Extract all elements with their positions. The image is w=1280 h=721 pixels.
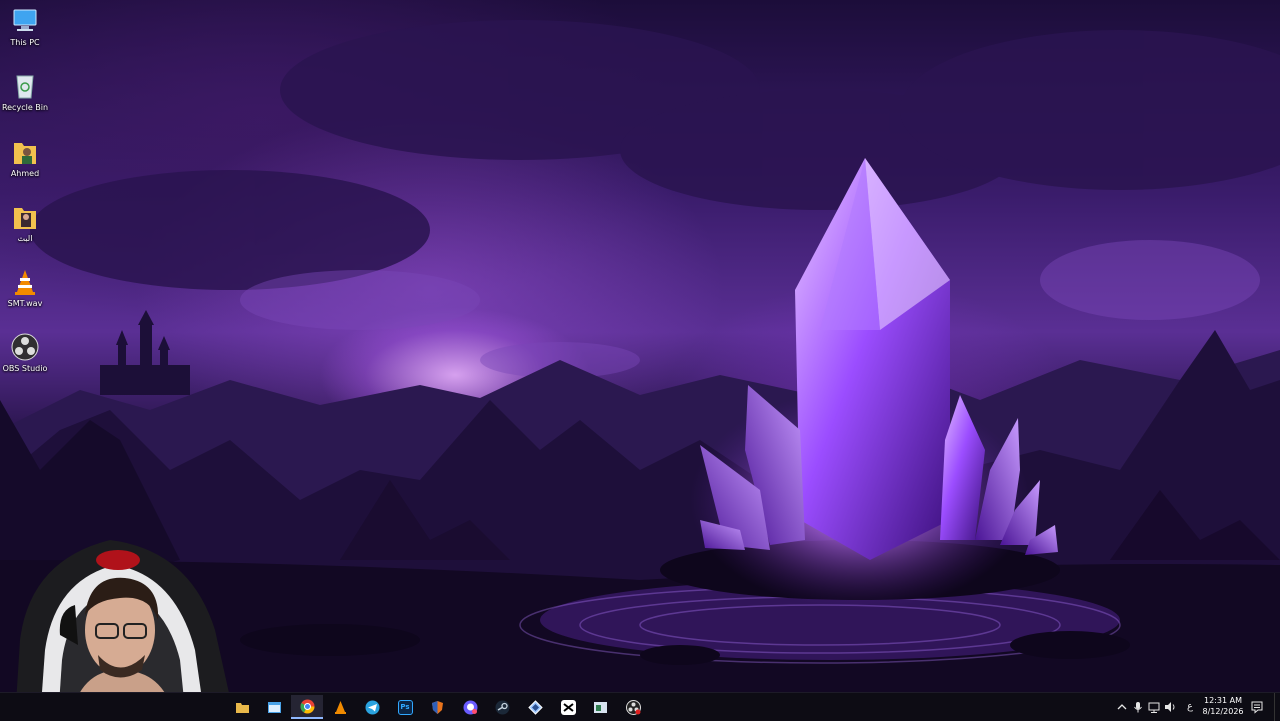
show-desktop-button[interactable] — [1274, 693, 1280, 721]
crystal-cluster — [700, 158, 1058, 560]
vlc-cone-icon — [10, 267, 40, 297]
desktop-icon-label: Ahmed — [10, 169, 40, 178]
input-language-indicator[interactable]: ع — [1183, 700, 1197, 714]
desktop-icon-label: This PC — [10, 38, 40, 47]
taskbar-app-obs[interactable] — [617, 695, 649, 719]
desktop-icon-label: Recycle Bin — [1, 103, 49, 112]
folder-icon — [235, 700, 250, 715]
user-folder-icon — [10, 137, 40, 167]
recycle-bin-icon — [10, 71, 40, 101]
streamer-webcam-image — [15, 540, 235, 720]
desktop-icon-recycle-bin[interactable]: Recycle Bin — [2, 71, 48, 131]
action-center-icon[interactable] — [1250, 700, 1264, 714]
chat-icon — [463, 700, 478, 715]
volume-icon[interactable] — [1163, 700, 1177, 714]
vlc-cone-icon — [333, 700, 348, 715]
desktop-icon-ahmed[interactable]: Ahmed — [2, 137, 48, 197]
obs-icon — [625, 699, 641, 715]
capcut-icon — [560, 699, 576, 715]
castle-silhouette — [100, 310, 190, 395]
taskbar-clock[interactable]: 12:31 AM 8/12/2026 — [1198, 695, 1248, 717]
chrome-icon — [300, 699, 315, 714]
notification-area — [1250, 693, 1264, 721]
taskbar-app-chat[interactable] — [454, 695, 486, 719]
desktop-icon-this-pc[interactable]: This PC — [2, 6, 48, 66]
network-icon[interactable] — [1147, 700, 1161, 714]
shield-icon — [430, 700, 445, 715]
taskbar: Ps ع 12:31 AM 8/12/2026 — [0, 692, 1280, 721]
window-icon — [593, 700, 608, 715]
webcam-overlay — [0, 520, 240, 720]
clock-time: 12:31 AM — [1204, 696, 1242, 705]
taskbar-app-window-2[interactable] — [584, 695, 616, 719]
taskbar-app-diamond[interactable] — [519, 695, 551, 719]
diamond-icon — [527, 699, 543, 715]
obs-icon — [10, 332, 40, 362]
system-tray: ع — [1115, 693, 1197, 721]
taskbar-app-steam[interactable] — [486, 695, 518, 719]
photoshop-icon: Ps — [397, 699, 413, 715]
taskbar-app-vlc[interactable] — [324, 695, 356, 719]
telegram-icon — [365, 700, 380, 715]
taskbar-app-telegram[interactable] — [356, 695, 388, 719]
desktop-icon-smt-wav[interactable]: SMT.wav — [2, 267, 48, 327]
desktop-icon-obs-studio[interactable]: OBS Studio — [2, 332, 48, 392]
taskbar-app-photoshop[interactable]: Ps — [389, 695, 421, 719]
desktop-icon-label: OBS Studio — [2, 364, 48, 373]
taskbar-app-file-explorer[interactable] — [226, 695, 258, 719]
steam-icon — [495, 700, 510, 715]
taskbar-app-window[interactable] — [258, 695, 290, 719]
desktop-icon-label: SMT.wav — [7, 299, 43, 308]
folder-icon — [10, 202, 40, 232]
computer-icon — [10, 6, 40, 36]
taskbar-app-shield[interactable] — [421, 695, 453, 719]
clock-date: 8/12/2026 — [1202, 707, 1244, 716]
window-icon — [267, 700, 282, 715]
desktop-icon-broadcast-folder[interactable]: البث — [2, 202, 48, 262]
microphone-icon[interactable] — [1131, 700, 1145, 714]
taskbar-app-capcut[interactable] — [552, 695, 584, 719]
desktop-icon-label: البث — [17, 234, 33, 243]
taskbar-app-chrome[interactable] — [291, 695, 323, 719]
show-hidden-icons-chevron-icon[interactable] — [1115, 700, 1129, 714]
